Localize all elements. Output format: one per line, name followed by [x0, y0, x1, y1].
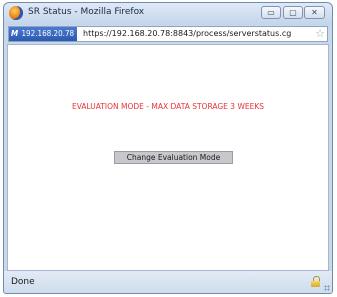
minimize-button[interactable]: ▭ [261, 6, 281, 19]
resize-grip-icon[interactable] [324, 285, 330, 291]
site-identity-label: 192.168.20.78 [21, 29, 75, 38]
browser-window: SR Status - Mozilla Firefox ▭ ▢ ✕ M 192.… [3, 2, 333, 294]
lock-body [311, 281, 320, 287]
change-evaluation-mode-button[interactable]: Change Evaluation Mode [114, 151, 233, 164]
close-button[interactable]: ✕ [304, 6, 325, 19]
window-title: SR Status - Mozilla Firefox [28, 7, 145, 17]
evaluation-warning-text: EVALUATION MODE - MAX DATA STORAGE 3 WEE… [71, 102, 265, 111]
address-bar[interactable]: M 192.168.20.78 https://192.168.20.78:88… [8, 26, 328, 42]
status-text: Done [11, 277, 35, 287]
lock-icon[interactable] [311, 276, 320, 287]
firefox-icon [9, 6, 23, 20]
maximize-button[interactable]: ▢ [283, 6, 303, 19]
status-bar: Done [4, 271, 332, 293]
page-content: EVALUATION MODE - MAX DATA STORAGE 3 WEE… [7, 44, 329, 271]
site-identity-button[interactable]: M 192.168.20.78 [9, 27, 78, 41]
star-icon[interactable]: ☆ [315, 27, 325, 40]
title-bar[interactable]: SR Status - Mozilla Firefox ▭ ▢ ✕ [4, 3, 332, 25]
url-text[interactable]: https://192.168.20.78:8843/process/serve… [83, 28, 309, 40]
site-favicon-icon: M [11, 29, 19, 38]
